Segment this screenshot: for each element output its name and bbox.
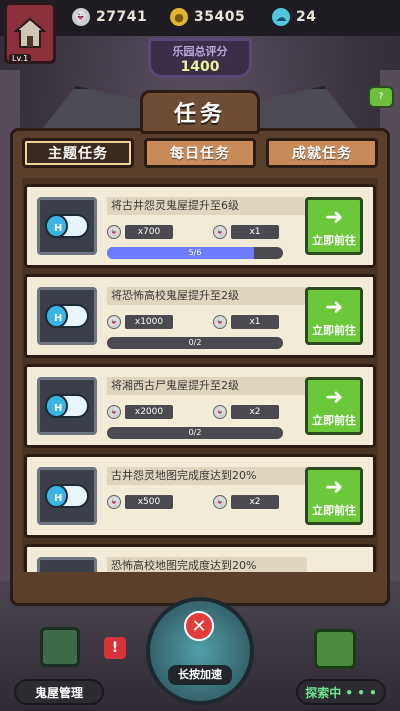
go-button[interactable]: ➜ 立即前往 [305,467,363,525]
exploring-button[interactable]: 探索中 • • • [296,679,386,705]
ghost-icon: 👻 [213,495,227,509]
ghost-icon: 👻 [107,315,121,329]
task-name: 恐怖高校地图完成度达到20% [107,557,307,572]
task-item-icon: H [37,467,97,525]
reward-value: x2000 [125,405,173,419]
reward-ghost: 👻 x1000 [107,315,173,329]
progress-text: 0/2 [188,428,202,437]
park-score-plate: 乐园总评分 1400 [148,38,252,78]
reward-ghost: 👻 x500 [107,495,173,509]
task-card: H 将湘西古尸鬼屋提升至2级 👻 x2000 👻 x2 0/2 ➜ 立即前往 [24,364,376,448]
progress-text: 0/2 [188,338,202,347]
cancel-icon[interactable]: ✕ [184,611,214,641]
ghost-icon: 👻 [213,225,227,239]
tab-theme-tasks[interactable]: 主题任务 [22,138,134,168]
arrow-icon: ➜ [324,295,344,320]
reward-item: 👻 x2 [213,495,279,509]
task-tabs: 主题任务 每日任务 成就任务 [22,138,378,170]
task-card: H 将恐怖高校鬼屋提升至2级 👻 x1000 👻 x1 0/2 ➜ 立即前往 [24,274,376,358]
task-card: H 将古井怨灵鬼屋提升至6级 👻 x700 👻 x1 5/6 ➜ 立即前往 [24,184,376,268]
ghost-icon: 👻 [213,405,227,419]
house-icon [13,17,47,48]
go-button-label: 立即前往 [312,324,356,337]
reward-value: x1000 [125,315,173,329]
reward-value: x1 [231,225,279,239]
coin-count: 35405 [194,9,246,25]
tab-daily-tasks[interactable]: 每日任务 [144,138,256,168]
soul-count: 24 [296,9,317,25]
reward-value: x700 [125,225,173,239]
bottom-nav: ! 鬼屋管理 ✕ 长按加速 探索中 • • • [0,597,400,711]
task-card: H 古井怨灵地图完成度达到20% 👻 x500 👻 x2 ➜ 立即前往 [24,454,376,538]
arrow-icon: ➜ [324,475,344,500]
haunted-house-icon [40,627,80,667]
pill-icon: H [45,304,89,328]
pill-icon: H [45,214,89,238]
ghost-count: 27741 [96,9,148,25]
ghost-icon: 👻 [213,315,227,329]
house-level: Lv.1 [9,54,32,63]
alert-icon: ! [104,637,126,659]
soul-icon: ☁ [272,8,290,26]
reward-value: x2 [231,495,279,509]
task-name: 将古井怨灵鬼屋提升至6级 [107,197,307,215]
svg-text:H: H [54,313,62,324]
tab-achievement-tasks[interactable]: 成就任务 [266,138,378,168]
coin-resource: ● 35405 [170,8,245,26]
task-name: 将恐怖高校鬼屋提升至2级 [107,287,307,305]
reward-value: x1 [231,315,279,329]
task-list[interactable]: H 将古井怨灵鬼屋提升至6级 👻 x700 👻 x1 5/6 ➜ 立即前往 H [22,178,378,572]
house-avatar-button[interactable]: Lv.1 [4,2,56,64]
task-item-icon: H [37,287,97,345]
reward-item: 👻 x1 [213,225,279,239]
task-item-icon: H [37,377,97,435]
ghost-icon: 👻 [72,8,90,26]
ghost-icon: 👻 [107,225,121,239]
svg-text:H: H [54,493,62,504]
task-item-icon: H [37,197,97,255]
task-card: 恐怖高校地图完成度达到20% [24,544,376,572]
svg-text:H: H [54,223,62,234]
arrow-icon: ➜ [324,385,344,410]
task-name: 古井怨灵地图完成度达到20% [107,467,307,485]
score-value: 1400 [180,59,220,75]
coin-icon: ● [170,8,188,26]
go-button-label: 立即前往 [312,414,356,427]
reward-item: 👻 x2 [213,405,279,419]
ghost-icon: 👻 [107,405,121,419]
go-button-label: 立即前往 [312,504,356,517]
go-button-label: 立即前往 [312,234,356,247]
ghost-icon: 👻 [107,495,121,509]
modal-title: 任务 [173,102,226,127]
explore-chest-icon [314,629,356,669]
arrow-icon: ➜ [324,205,344,230]
house-management-button[interactable]: 鬼屋管理 [14,679,104,705]
go-button[interactable]: ➜ 立即前往 [305,287,363,345]
reward-ghost: 👻 x2000 [107,405,173,419]
pill-icon: H [45,394,89,418]
reward-ghost: 👻 x700 [107,225,173,239]
task-item-icon [37,557,97,572]
score-label: 乐园总评分 [172,45,228,58]
soul-resource: ☁ 24 [272,8,316,26]
go-button[interactable]: ➜ 立即前往 [305,197,363,255]
progress-text: 5/6 [188,248,202,257]
task-progress-bar: 5/6 [107,247,283,259]
go-button[interactable]: ➜ 立即前往 [305,377,363,435]
svg-text:H: H [54,403,62,414]
reward-value: x2 [231,405,279,419]
task-progress-bar: 0/2 [107,427,283,439]
help-badge[interactable]: ? [368,86,394,108]
top-bar: 👻 27741 ● 35405 ☁ 24 [0,0,400,36]
speed-up-label: 长按加速 [168,665,232,685]
reward-item: 👻 x1 [213,315,279,329]
task-name: 将湘西古尸鬼屋提升至2级 [107,377,307,395]
modal-header: 任务 [140,90,260,134]
ghost-resource: 👻 27741 [72,8,147,26]
speed-up-dial[interactable]: ✕ 长按加速 [146,597,254,705]
task-progress-bar: 0/2 [107,337,283,349]
reward-value: x500 [125,495,173,509]
pill-icon: H [45,484,89,508]
